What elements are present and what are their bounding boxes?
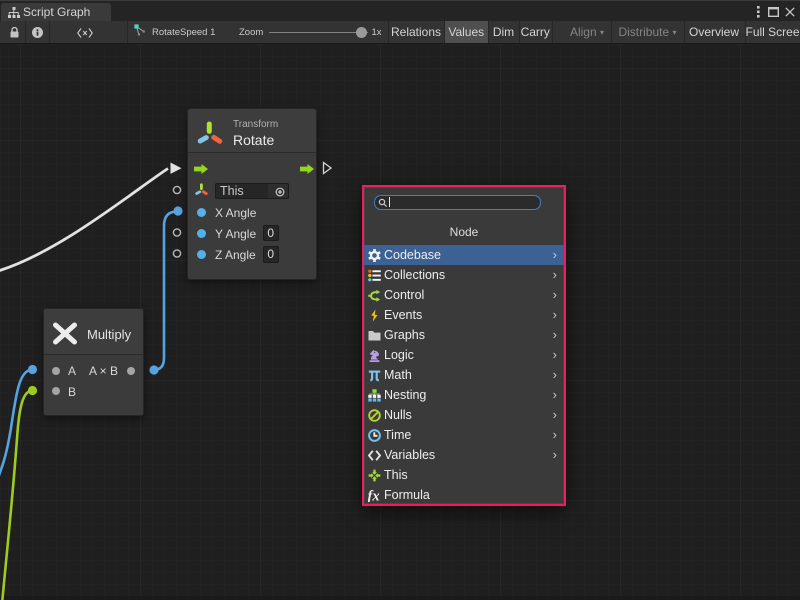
svg-text:fx: fx [368, 489, 380, 502]
